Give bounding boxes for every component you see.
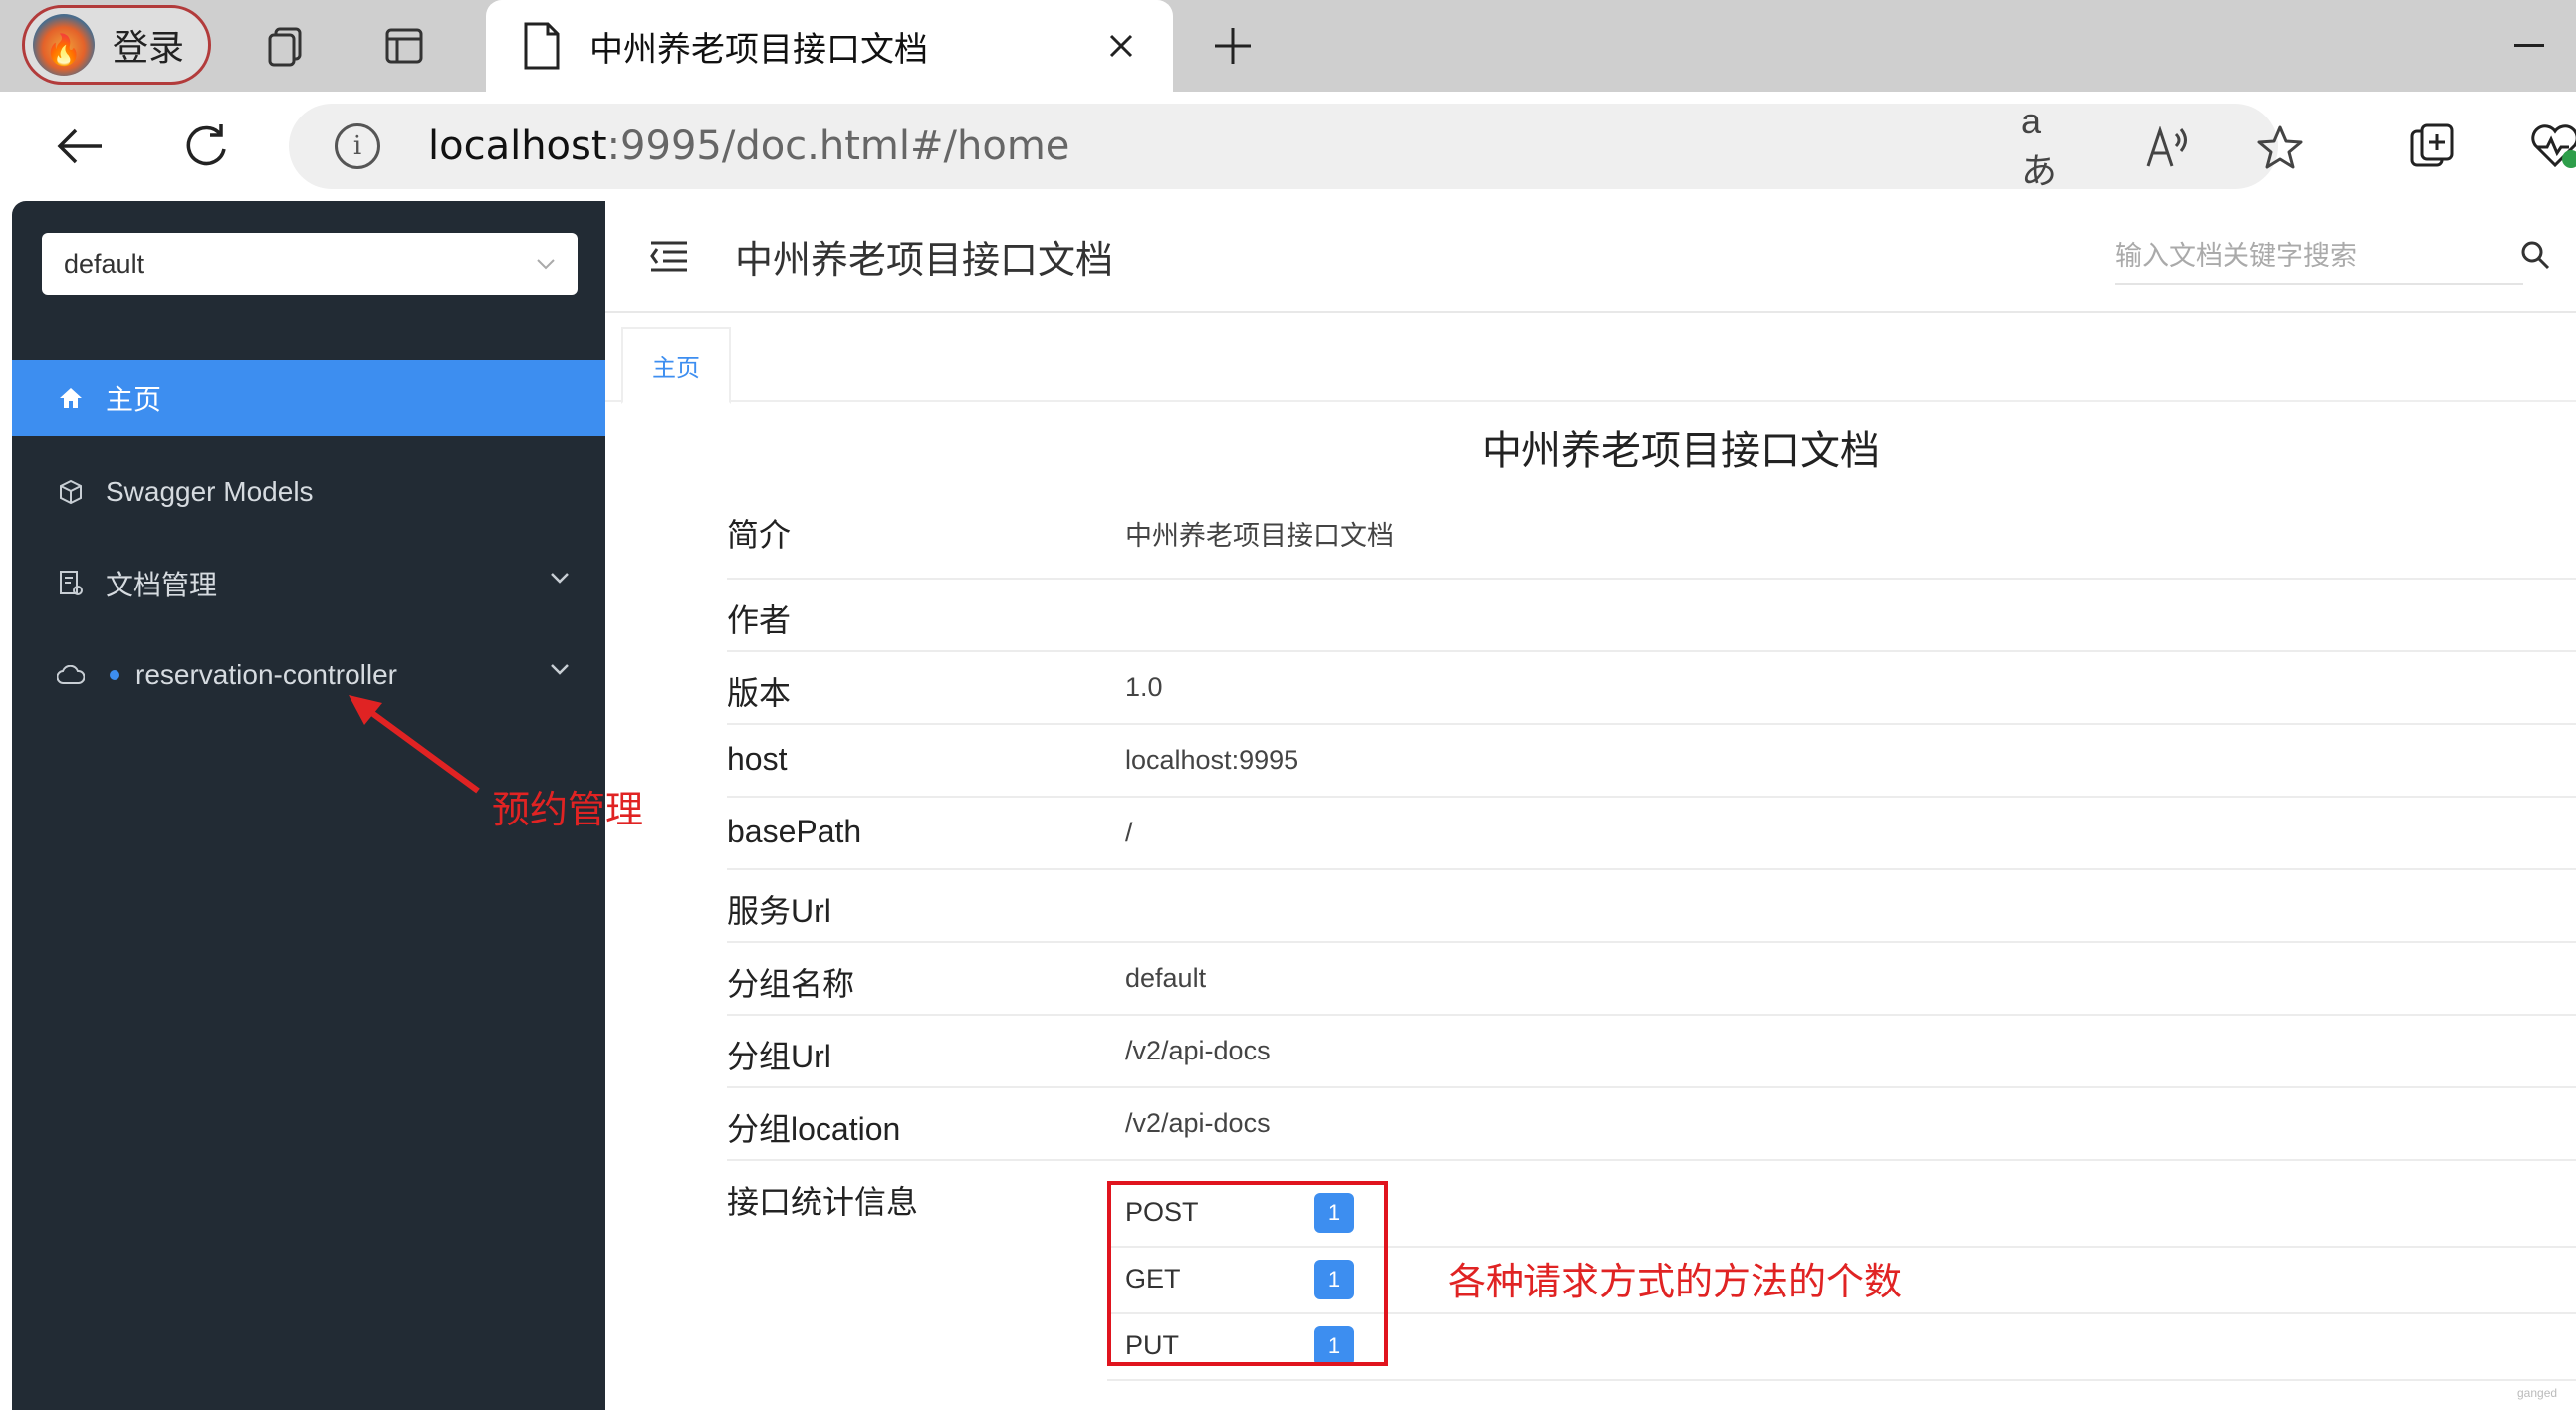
translate-icon[interactable]: aあ [2021,101,2077,191]
chevron-down-icon [551,573,569,584]
doc-manage-icon [56,569,86,598]
search-input[interactable] [2115,229,2523,283]
sidebar-item-reservation-controller[interactable]: reservation-controller [12,637,605,713]
page-icon [524,22,560,70]
row-key: 作者 [727,602,792,638]
vertical-tabs-icon[interactable] [376,18,432,74]
profile-button[interactable]: 🔥 登录 [22,5,211,85]
refresh-icon[interactable] [175,116,237,177]
sidebar-item-label: 主页 [106,384,162,415]
new-tab-icon[interactable] [1205,18,1261,74]
tab-title: 中州养老项目接口文档 [589,29,928,70]
read-aloud-icon[interactable] [2139,119,2195,175]
cloud-icon [56,660,86,690]
workspaces-icon[interactable] [259,18,315,74]
collapse-menu-icon[interactable] [649,239,689,275]
table-row: 分组location /v2/api-docs [727,1088,2576,1161]
row-key: 分组Url [727,1039,831,1074]
watermark: ganged [2517,1386,2558,1400]
address-bar[interactable]: i localhost:9995/doc.html#/home aあ [289,101,2303,191]
tab-home[interactable]: 主页 [621,327,731,404]
content-tab-bar: 主页 [605,313,2576,404]
close-tab-icon[interactable] [1093,18,1149,74]
row-value: 1.0 [1125,672,1163,702]
search-box [2115,229,2523,285]
row-value: / [1125,818,1133,847]
group-select[interactable]: default [42,233,578,295]
annotation-arrow [349,695,480,794]
row-value: 中州养老项目接口文档 [1125,521,1394,551]
page-title: 中州养老项目接口文档 [735,238,1114,282]
sidebar-item-swagger-models[interactable]: Swagger Models [12,454,605,530]
site-info-icon[interactable]: i [335,123,380,169]
row-key: basePath [727,814,862,849]
table-row: 分组名称 default [727,943,2576,1016]
chevron-down-icon [537,259,555,270]
main-header: 中州养老项目接口文档 [605,201,2576,313]
table-row: 分组Url /v2/api-docs [727,1016,2576,1088]
row-key: 接口统计信息 [727,1184,919,1220]
table-row: 版本 1.0 [727,652,2576,725]
sidebar-item-doc-manage[interactable]: 文档管理 [12,546,605,621]
browser-tab-strip: 🔥 登录 中州养老项目接口文档 [0,0,2576,92]
row-key: 分组名称 [727,966,855,1002]
table-row: 简介 中州养老项目接口文档 [727,494,2576,580]
browser-essentials-icon[interactable] [2524,116,2576,177]
doc-title: 中州养老项目接口文档 [1482,428,1880,474]
row-key: 简介 [727,517,792,553]
annotation-highlight-box [1107,1181,1388,1366]
sidebar-item-label: Swagger Models [106,476,314,507]
annotation-reservation-note: 预约管理 [492,788,644,831]
sidebar-item-home[interactable]: 主页 [12,360,605,436]
search-icon[interactable] [2513,233,2557,277]
url-text[interactable]: localhost:9995/doc.html#/home [428,123,1069,169]
table-row: host localhost:9995 [727,725,2576,798]
row-key: 服务Url [727,893,831,929]
profile-label: 登录 [113,28,185,69]
favorite-star-icon[interactable] [2252,119,2308,175]
profile-avatar: 🔥 [33,14,95,76]
group-select-value: default [64,248,145,279]
minimize-window-icon[interactable] [2514,44,2544,47]
row-key: 分组location [727,1111,901,1147]
collections-icon[interactable] [2402,116,2463,177]
table-row: basePath / [727,798,2576,870]
row-key: 版本 [727,675,792,711]
annotation-stats-note: 各种请求方式的方法的个数 [1448,1260,1903,1303]
row-value: localhost:9995 [1125,745,1299,775]
row-value: default [1125,963,1207,993]
row-key: host [727,741,788,777]
browser-toolbar: i localhost:9995/doc.html#/home aあ [0,92,2576,201]
back-arrow-icon[interactable] [50,116,112,177]
row-value: /v2/api-docs [1125,1036,1271,1065]
status-dot [110,670,119,680]
row-value: /v2/api-docs [1125,1108,1271,1138]
chevron-down-icon [551,664,569,675]
table-row: 作者 [727,580,2576,652]
home-icon [56,383,86,413]
active-browser-tab[interactable]: 中州养老项目接口文档 [486,0,1173,92]
table-row: 服务Url [727,870,2576,943]
cube-icon [56,477,86,507]
sidebar-item-label: 文档管理 [106,570,218,600]
